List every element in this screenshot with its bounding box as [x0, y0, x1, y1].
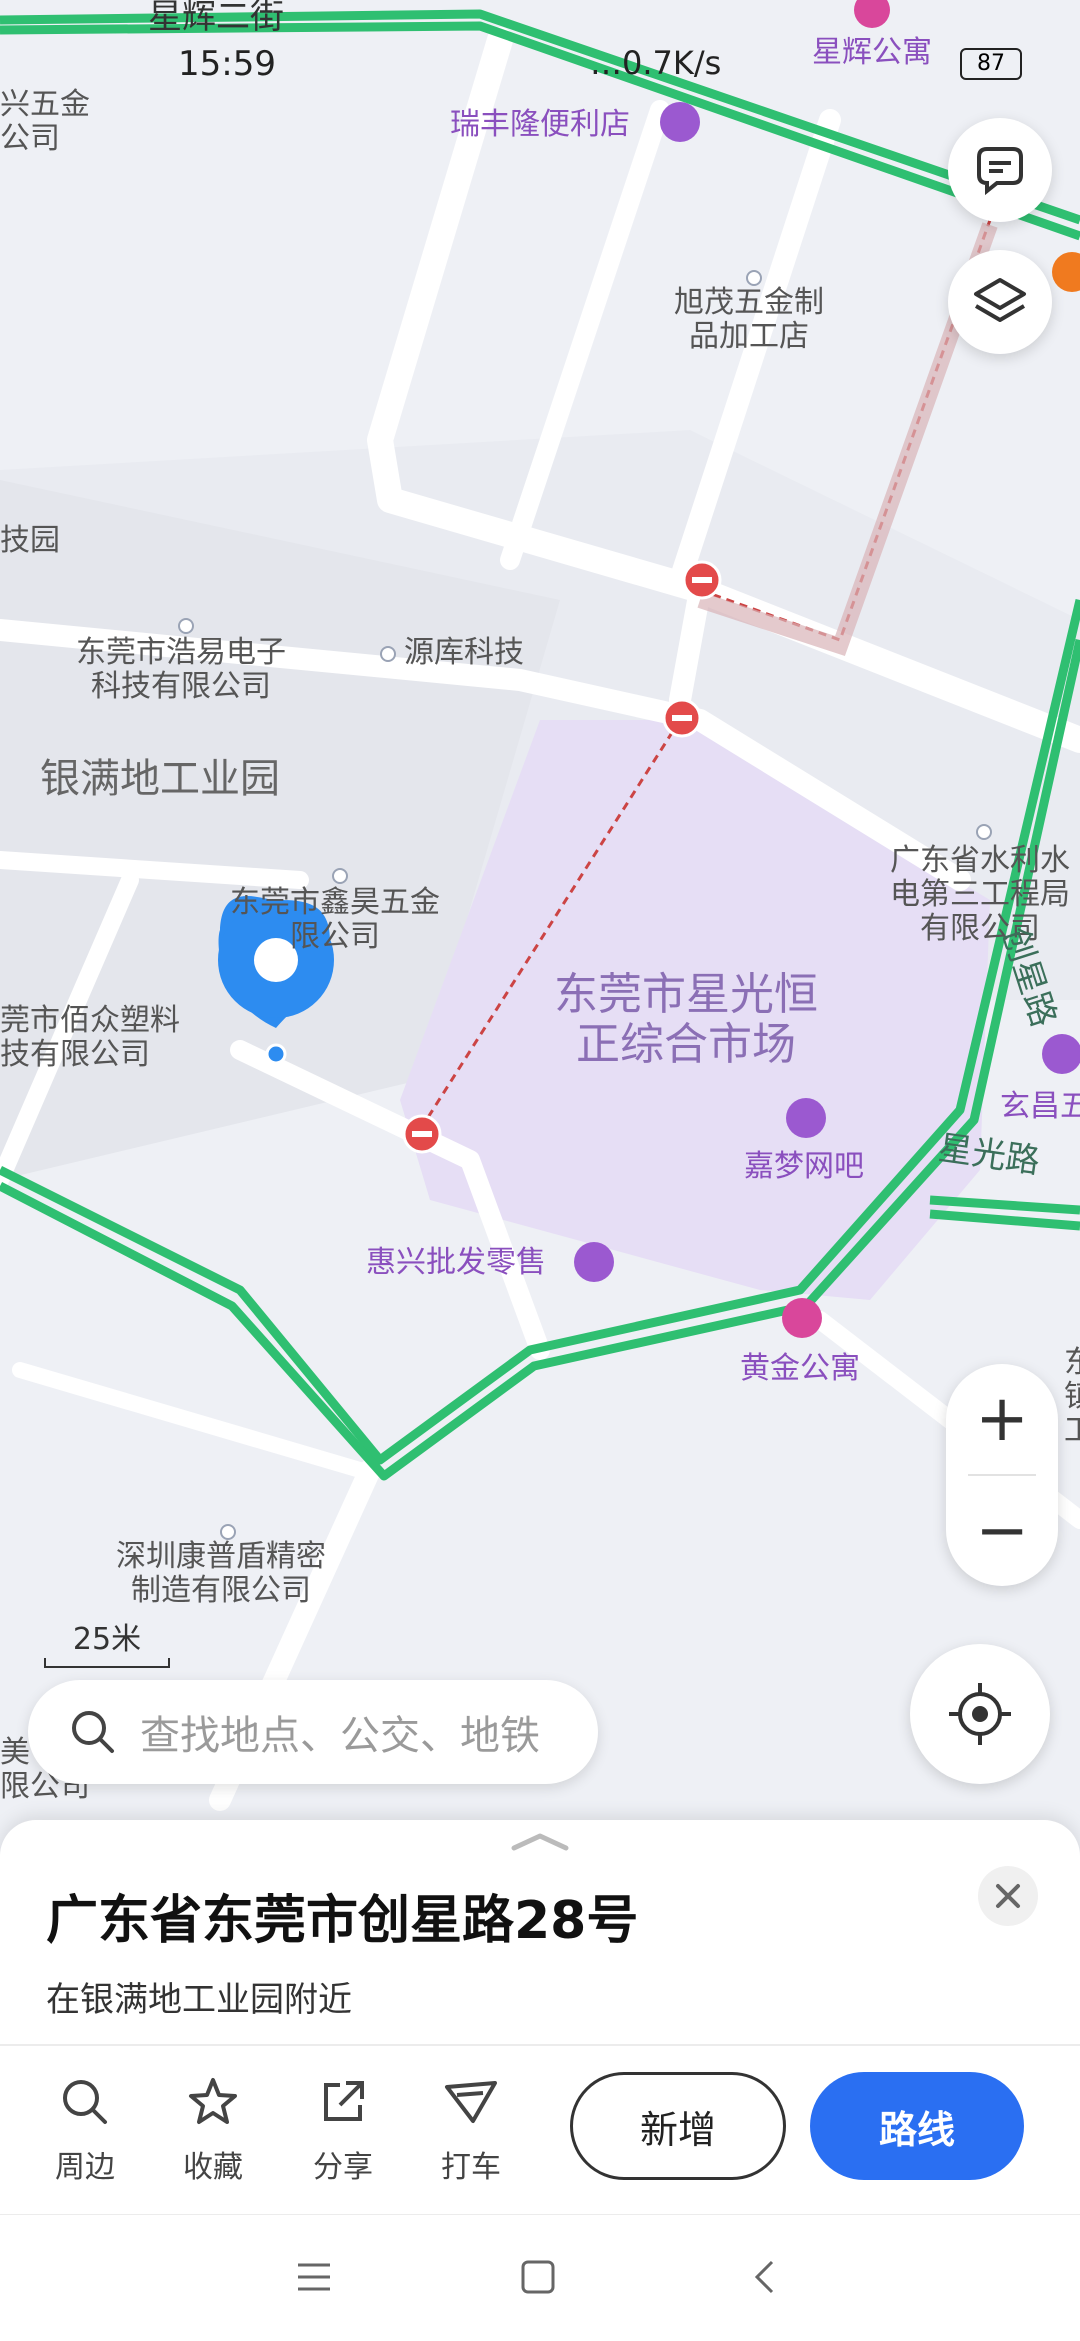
poi-label: 东 镇 工: [1064, 1345, 1080, 1448]
route-button[interactable]: 路线: [810, 2072, 1024, 2180]
favorite-label: 收藏: [183, 2150, 243, 2185]
taxi-button[interactable]: 打车: [416, 2070, 526, 2186]
search-box[interactable]: 查找地点、公交、地铁: [28, 1680, 598, 1784]
star-icon: [189, 2078, 237, 2124]
poi-label: 技园: [0, 523, 60, 558]
zoom-out-button[interactable]: −: [946, 1476, 1058, 1586]
poi-label[interactable]: 东莞市浩易电子 科技有限公司: [76, 636, 286, 704]
poi-label[interactable]: 黄金公寓: [740, 1352, 860, 1386]
zoom-controls: + −: [946, 1364, 1058, 1586]
map-scale: 25米: [44, 1614, 170, 1668]
home-icon[interactable]: [520, 2259, 556, 2295]
place-subtitle: 在银满地工业园附近: [46, 1980, 352, 2020]
poi-dot: [178, 618, 194, 634]
share-button[interactable]: 分享: [288, 2070, 398, 2186]
nearby-label: 周边: [55, 2150, 115, 2185]
internet-cafe-icon: [786, 1098, 826, 1138]
poi-label[interactable]: 嘉梦网吧: [744, 1150, 864, 1184]
place-title: 广东省东莞市创星路28号: [46, 1891, 639, 1951]
nearby-button[interactable]: 周边: [30, 2070, 140, 2186]
share-label: 分享: [313, 2150, 373, 2185]
taxi-icon: [445, 2081, 497, 2123]
poi-dot: [976, 824, 992, 840]
status-bar: 15:59 …0.7K/s 87: [0, 0, 1080, 120]
poi-label[interactable]: 惠兴批发零售: [366, 1246, 546, 1280]
market-label[interactable]: 东莞市星光恒 正综合市场: [554, 970, 818, 1070]
favorite-button[interactable]: 收藏: [158, 2070, 268, 2186]
share-icon: [324, 2081, 364, 2121]
poi-label[interactable]: 源库科技: [404, 636, 524, 670]
divider: [0, 2044, 1080, 2046]
chat-icon: [977, 147, 1023, 196]
poi-label[interactable]: 莞市佰众塑料 技有限公司: [0, 1004, 180, 1072]
poi-dot: [380, 646, 396, 662]
search-icon: [63, 2080, 107, 2124]
sheet-handle-icon[interactable]: [510, 1832, 570, 1852]
add-button[interactable]: 新增: [570, 2072, 786, 2180]
shop-icon: [574, 1242, 614, 1282]
status-time: 15:59: [178, 44, 276, 84]
no-entry-icon: [402, 1114, 442, 1154]
status-network-speed: …0.7K/s: [590, 44, 722, 82]
system-nav-bar: [0, 2214, 1080, 2341]
battery-icon: 87: [960, 48, 1022, 80]
poi-dot: [746, 270, 762, 286]
no-entry-icon: [662, 698, 702, 738]
feedback-button[interactable]: [948, 118, 1052, 222]
scale-bar: [44, 1658, 170, 1668]
taxi-label: 打车: [441, 2150, 501, 2185]
search-placeholder: 查找地点、公交、地铁: [140, 1713, 540, 1759]
back-icon[interactable]: [752, 2259, 776, 2295]
crosshair-icon: [949, 1683, 1011, 1745]
poi-label[interactable]: 东莞市鑫昊五金 限公司: [230, 886, 440, 954]
poi-label[interactable]: 广东省水利水 电第三工程局 有限公司: [890, 844, 1070, 946]
scale-label: 25米: [72, 1622, 142, 1657]
search-icon: [72, 1711, 114, 1753]
zoom-in-button[interactable]: +: [946, 1364, 1058, 1474]
poi-label[interactable]: 深圳康普盾精密 制造有限公司: [116, 1540, 326, 1608]
layers-button[interactable]: [948, 250, 1052, 354]
close-button[interactable]: [978, 1866, 1038, 1926]
menu-icon[interactable]: [296, 2261, 332, 2293]
poi-label[interactable]: 玄昌五: [1000, 1090, 1080, 1124]
locate-button[interactable]: [910, 1644, 1050, 1784]
poi-dot: [220, 1524, 236, 1540]
hotel-icon: [782, 1298, 822, 1338]
close-icon: [996, 1884, 1020, 1908]
poi-dot: [332, 868, 348, 884]
area-label: 银满地工业园: [40, 756, 280, 802]
layers-icon: [974, 278, 1026, 322]
no-entry-icon: [682, 560, 722, 600]
poi-label[interactable]: 旭茂五金制 品加工店: [674, 286, 824, 354]
